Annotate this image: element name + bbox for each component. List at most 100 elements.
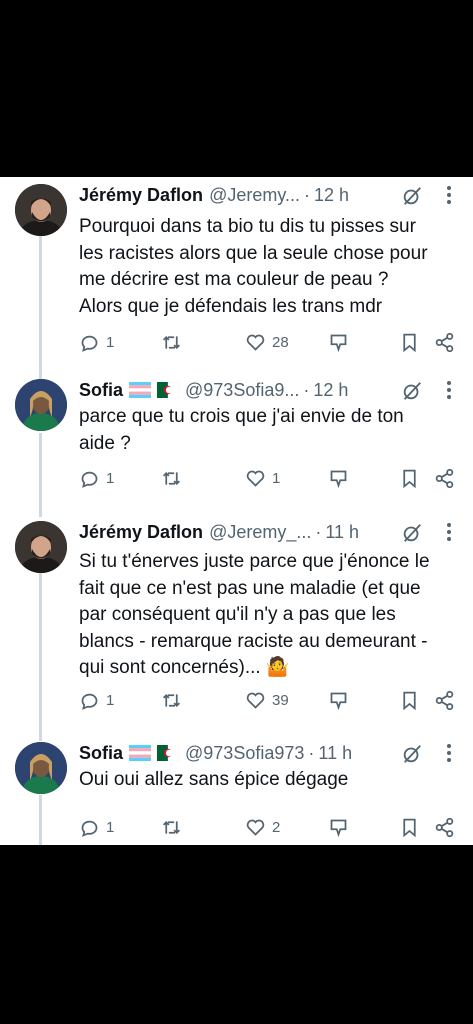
author-handle[interactable]: @973Sofia9... — [185, 380, 299, 401]
grok-icon[interactable] — [401, 743, 423, 765]
timestamp[interactable]: 11 h — [325, 522, 359, 543]
analytics-button[interactable] — [328, 332, 349, 353]
grok-icon[interactable] — [401, 380, 423, 402]
share-button[interactable] — [434, 690, 455, 711]
text-line: blancs - remarque raciste au demeurant - — [79, 630, 428, 652]
avatar[interactable] — [15, 742, 67, 794]
share-button[interactable] — [434, 817, 455, 838]
analytics-button[interactable] — [328, 817, 349, 838]
avatar[interactable] — [15, 184, 67, 236]
tweet-text: Pourquoi dans ta bio tu dis tu pisses su… — [79, 214, 461, 320]
reply-button[interactable]: 1 — [79, 332, 114, 353]
reply-button[interactable]: 1 — [79, 817, 114, 838]
text-line: Si tu t'énerves juste parce que j'énonce… — [79, 551, 430, 572]
author-name[interactable]: Sofia — [79, 380, 123, 401]
bookmark-icon — [403, 469, 416, 489]
retweet-icon — [163, 821, 180, 834]
more-icon[interactable] — [445, 379, 453, 401]
like-button[interactable]: 1 — [245, 468, 280, 489]
tweet[interactable]: Jérémy Daflon @Jeremy_... · 11 h Si tu t… — [0, 519, 473, 719]
algeria-flag-icon — [157, 382, 180, 398]
author-handle[interactable]: @Jeremy_... — [209, 522, 311, 543]
text-line: par conséquent qu'il n'y a pas que les — [79, 604, 396, 625]
bookmark-button[interactable] — [399, 817, 420, 838]
downvote-icon — [330, 692, 347, 711]
action-bar: 1 2 — [79, 817, 459, 841]
like-button[interactable]: 28 — [245, 332, 289, 353]
heart-icon — [246, 470, 265, 487]
share-icon — [435, 817, 454, 838]
retweet-button[interactable] — [161, 817, 182, 838]
heart-icon — [246, 334, 265, 351]
reply-count: 1 — [106, 692, 115, 709]
grok-icon[interactable] — [401, 185, 423, 207]
more-icon[interactable] — [445, 742, 453, 764]
retweet-button[interactable] — [161, 332, 182, 353]
reply-count: 1 — [106, 819, 115, 836]
timestamp[interactable]: 12 h — [314, 185, 349, 206]
like-button[interactable]: 39 — [245, 690, 289, 711]
action-bar: 1 28 — [79, 332, 459, 356]
reply-icon — [81, 820, 98, 837]
heart-icon — [246, 819, 265, 836]
like-count: 2 — [272, 819, 281, 836]
tweet[interactable]: Jérémy Daflon @Jeremy... · 12 h Pourquoi… — [0, 182, 473, 357]
author-name[interactable]: Jérémy Daflon — [79, 185, 203, 206]
reply-button[interactable]: 1 — [79, 468, 114, 489]
separator: · — [315, 521, 322, 542]
avatar[interactable] — [15, 379, 67, 431]
retweet-icon — [163, 336, 180, 349]
downvote-icon — [330, 334, 347, 353]
analytics-button[interactable] — [328, 468, 349, 489]
grok-icon[interactable] — [401, 522, 423, 544]
action-bar: 1 39 — [79, 690, 459, 714]
retweet-button[interactable] — [161, 468, 182, 489]
bookmark-icon — [403, 691, 416, 711]
author-handle[interactable]: @Jeremy... — [209, 185, 300, 206]
tweet-text: Si tu t'énerves juste parce que j'énonce… — [79, 549, 461, 682]
timestamp[interactable]: 11 h — [318, 743, 352, 764]
like-count: 39 — [272, 692, 289, 709]
trans-flag-icon — [129, 382, 152, 398]
tweet[interactable]: Sofia @973Sofia973 · 11 h Oui oui allez … — [0, 740, 473, 845]
author-handle[interactable]: @973Sofia973 — [185, 743, 304, 764]
timestamp[interactable]: 12 h — [313, 380, 348, 401]
bookmark-button[interactable] — [399, 690, 420, 711]
analytics-button[interactable] — [328, 690, 349, 711]
like-count: 1 — [272, 470, 281, 487]
more-icon[interactable] — [445, 521, 453, 543]
separator: · — [303, 379, 310, 400]
share-button[interactable] — [434, 468, 455, 489]
tweet[interactable]: Sofia @973Sofia9... · 12 h parce que tu … — [0, 377, 473, 497]
reply-icon — [81, 693, 98, 710]
tweet-text: parce que tu crois que j'ai envie de ton… — [79, 404, 461, 457]
text-line: Oui oui allez sans épice dégage — [79, 769, 349, 790]
bookmark-button[interactable] — [399, 468, 420, 489]
avatar[interactable] — [15, 521, 67, 573]
heart-icon — [246, 692, 265, 709]
reply-button[interactable]: 1 — [79, 690, 114, 711]
retweet-button[interactable] — [161, 690, 182, 711]
algeria-flag-icon — [157, 745, 180, 761]
share-icon — [435, 690, 454, 711]
separator: · — [304, 184, 311, 205]
text-line: me décrire est ma couleur de peau ? — [79, 269, 389, 290]
bookmark-icon — [403, 333, 416, 353]
more-icon[interactable] — [445, 184, 453, 206]
author-name[interactable]: Jérémy Daflon — [79, 522, 203, 543]
share-icon — [435, 332, 454, 353]
like-count: 28 — [272, 334, 289, 351]
author-name[interactable]: Sofia — [79, 743, 123, 764]
action-bar: 1 1 — [79, 468, 459, 492]
text-line: fait que ce n'est pas une maladie (et qu… — [79, 577, 421, 599]
text-line: Pourquoi dans ta bio tu dis tu pisses su… — [79, 216, 416, 237]
reply-count: 1 — [106, 334, 115, 351]
share-button[interactable] — [434, 332, 455, 353]
retweet-icon — [163, 472, 180, 485]
like-button[interactable]: 2 — [245, 817, 280, 838]
downvote-icon — [330, 819, 347, 838]
bookmark-button[interactable] — [399, 332, 420, 353]
reply-icon — [81, 471, 98, 488]
reply-icon — [81, 335, 98, 352]
trans-flag-icon — [129, 745, 152, 761]
